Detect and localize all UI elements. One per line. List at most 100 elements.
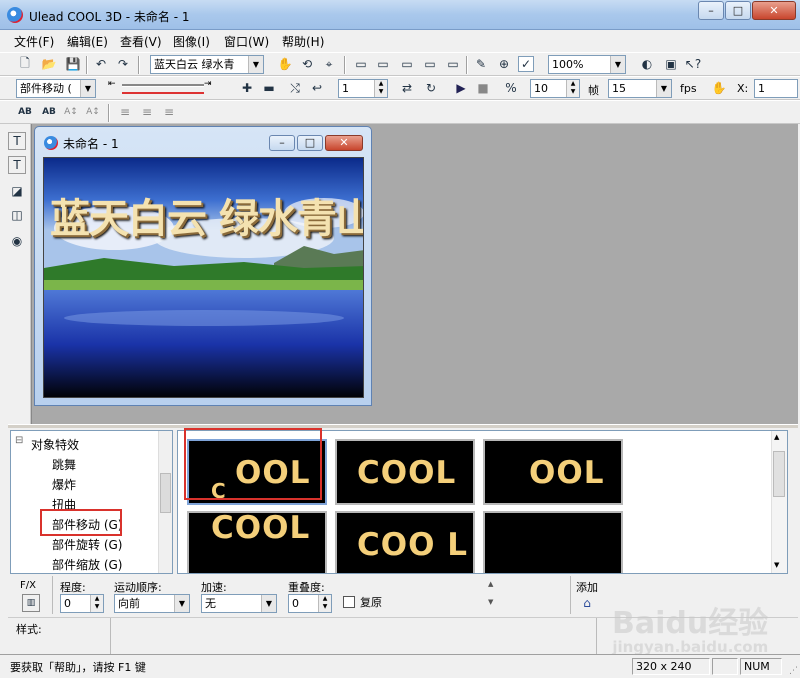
insert-text-icon[interactable]: T — [8, 132, 26, 150]
select-object-icon[interactable]: ◫ — [8, 206, 26, 224]
add-effect-icon[interactable]: ⌂ — [578, 594, 596, 612]
help-pointer-icon[interactable]: ↖? — [684, 55, 702, 73]
insert-object-icon[interactable]: ◪ — [8, 182, 26, 200]
add-key-icon[interactable]: ✚ — [238, 79, 256, 97]
refresh-icon[interactable]: ↻ — [422, 79, 440, 97]
x-input[interactable]: 1 — [754, 79, 798, 98]
doc-minimize-button[interactable]: – — [269, 135, 295, 151]
degree-spinner[interactable]: 0 ▲ ▼ — [60, 594, 104, 613]
overlap-value: 0 — [292, 597, 299, 610]
save-icon[interactable]: 💾 — [64, 55, 82, 73]
repeat-icon[interactable]: ⇄ — [398, 79, 416, 97]
text-spacing-2-icon[interactable]: A↕ — [84, 103, 102, 121]
resize-grip-icon[interactable]: ⋰ — [789, 666, 798, 676]
object-effect-select[interactable]: 部件移动 ( ▼ — [16, 79, 96, 98]
motion-order-select[interactable]: 向前 ▼ — [114, 594, 190, 613]
fx-icon[interactable]: ▥ — [22, 594, 40, 612]
rotate-icon[interactable]: ⟲ — [298, 55, 316, 73]
window-title: Ulead COOL 3D - 未命名 - 1 — [29, 10, 190, 24]
acceleration-select[interactable]: 无 ▼ — [201, 594, 277, 613]
scroll-thumb[interactable] — [773, 451, 785, 497]
tree-item-part-rotate[interactable]: 部件旋转 (G) — [52, 536, 122, 553]
view-back-icon[interactable]: ▭ — [421, 55, 439, 73]
props-scroll-up-icon[interactable]: ▲ — [488, 580, 493, 588]
slider-start-icon: ⇤ — [108, 79, 116, 89]
redo-icon[interactable]: ↷ — [114, 55, 132, 73]
panel-splitter[interactable] — [8, 424, 798, 428]
tree-item-part-scale[interactable]: 部件缩放 (G) — [52, 556, 122, 573]
doc-close-button[interactable]: ✕ — [325, 135, 363, 151]
remove-key-icon[interactable]: ▬ — [260, 79, 278, 97]
hand-icon[interactable]: ✋ — [276, 55, 294, 73]
render-icon[interactable]: ◐ — [638, 55, 656, 73]
undo-icon[interactable]: ↶ — [92, 55, 110, 73]
menu-file[interactable]: 文件(F) — [14, 33, 54, 50]
stop-icon[interactable]: ■ — [474, 79, 492, 97]
maximize-button[interactable]: □ — [725, 1, 751, 20]
object-effect-value: 部件移动 ( — [20, 82, 72, 95]
image-icon[interactable]: ▣ — [662, 55, 680, 73]
reverse-icon[interactable]: ⤭ — [286, 79, 304, 97]
menu-help[interactable]: 帮助(H) — [282, 33, 324, 50]
edit-text-icon[interactable]: T — [8, 156, 26, 174]
tree-collapse-icon[interactable]: ⊟ — [15, 435, 23, 446]
close-button[interactable]: ✕ — [752, 1, 796, 20]
zoom-value: 100% — [552, 58, 584, 71]
effects-tree: ⊟ 对象特效 跳舞 爆炸 扭曲 部件移动 (G) 部件旋转 (G) 部件缩放 (… — [10, 430, 173, 574]
tree-item-dance[interactable]: 跳舞 — [52, 456, 76, 473]
open-folder-icon[interactable]: 📂 — [40, 55, 58, 73]
props-scroll-down-icon[interactable]: ▼ — [488, 598, 493, 606]
doc-maximize-button[interactable]: □ — [297, 135, 323, 151]
text-object-select[interactable]: 蓝天白云 绿水青 ▼ — [150, 55, 264, 74]
speed-value: 10 — [534, 82, 548, 95]
scroll-down-icon[interactable]: ▼ — [774, 561, 779, 569]
fps-select[interactable]: 15 ▼ — [608, 79, 672, 98]
render-canvas[interactable]: 蓝天白云 绿水青山 — [43, 157, 364, 398]
menu-edit[interactable]: 编辑(E) — [67, 33, 108, 50]
thumbnail-6[interactable] — [483, 511, 623, 573]
align-left-icon[interactable]: ≡ — [116, 103, 134, 121]
new-file-icon[interactable]: 🗋 — [16, 55, 34, 73]
view-side-icon[interactable]: ▭ — [398, 55, 416, 73]
hand-icon[interactable]: ✋ — [710, 79, 728, 97]
text-spacing-1-icon[interactable]: A↕ — [62, 103, 80, 121]
menu-view[interactable]: 查看(V) — [120, 33, 162, 50]
gallery-scrollbar[interactable]: ▲ ▼ — [771, 431, 787, 573]
view-front-icon[interactable]: ▭ — [352, 55, 370, 73]
play-icon[interactable]: ▶ — [452, 79, 470, 97]
text-style-2-icon[interactable]: AB — [40, 103, 58, 121]
frame-spinner[interactable]: 1 ▲ ▼ — [338, 79, 388, 98]
checkbox-icon[interactable]: ✓ — [518, 56, 534, 72]
tree-scrollbar[interactable] — [158, 431, 172, 573]
scroll-thumb[interactable] — [160, 473, 171, 513]
overlap-spinner[interactable]: 0 ▲ ▼ — [288, 594, 332, 613]
timeline-slider[interactable]: ⇤ ⇥ — [108, 79, 212, 97]
geometry-icon[interactable]: ◉ — [8, 232, 26, 250]
menu-window[interactable]: 窗口(W) — [224, 33, 269, 50]
tree-root-object-effects[interactable]: 对象特效 — [31, 436, 79, 453]
tree-item-explode[interactable]: 爆炸 — [52, 476, 76, 493]
thumbnail-4[interactable]: COOL — [187, 511, 327, 573]
align-right-icon[interactable]: ≡ — [160, 103, 178, 121]
restore-checkbox[interactable] — [343, 596, 355, 608]
menu-image[interactable]: 图像(I) — [173, 33, 210, 50]
text-style-1-icon[interactable]: AB — [16, 103, 34, 121]
canvas-size-indicator: 320 x 240 — [632, 658, 710, 675]
thumbnail-2[interactable]: COOL — [335, 439, 475, 505]
scroll-up-icon[interactable]: ▲ — [774, 433, 779, 441]
zoom-select[interactable]: 100% ▼ — [548, 55, 626, 74]
thumbnail-label: OOL — [529, 455, 605, 491]
chevron-down-icon: ▼ — [80, 80, 95, 97]
globe-icon[interactable]: ⊕ — [495, 55, 513, 73]
align-center-icon[interactable]: ≡ — [138, 103, 156, 121]
view-bottom-icon[interactable]: ▭ — [444, 55, 462, 73]
loop-icon[interactable]: ↩ — [308, 79, 326, 97]
view-top-icon[interactable]: ▭ — [374, 55, 392, 73]
minimize-button[interactable]: – — [698, 1, 724, 20]
thumbnail-5[interactable]: COO L — [335, 511, 475, 573]
speed-spinner[interactable]: 10 ▲ ▼ — [530, 79, 580, 98]
thumbnail-3[interactable]: OOL — [483, 439, 623, 505]
percent-icon[interactable]: % — [502, 79, 520, 97]
fit-icon[interactable]: ⌖ — [320, 55, 338, 73]
wand-icon[interactable]: ✎ — [472, 55, 490, 73]
